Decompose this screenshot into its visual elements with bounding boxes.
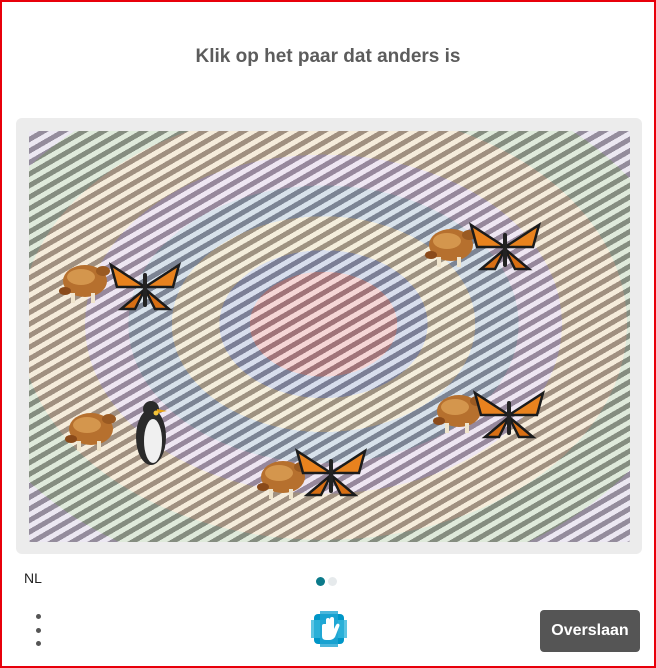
page-dot-inactive xyxy=(328,577,337,586)
menu-dot xyxy=(35,641,41,646)
page-indicator xyxy=(316,573,340,591)
monarch-butterfly-icon xyxy=(469,223,541,271)
roast-chicken-icon xyxy=(59,265,110,303)
penguin-icon xyxy=(136,401,167,465)
pair-5[interactable] xyxy=(257,441,369,513)
menu-dot xyxy=(35,614,41,619)
challenge-frame: Klik op het paar dat anders is NL Oversl… xyxy=(0,0,656,668)
pair-1[interactable] xyxy=(47,253,187,325)
challenge-image-container xyxy=(16,118,642,554)
challenge-image[interactable] xyxy=(29,131,630,542)
challenge-prompt: Klik op het paar dat anders is xyxy=(195,46,461,67)
pair-4[interactable] xyxy=(433,381,545,453)
language-selector[interactable]: NL xyxy=(24,570,42,586)
roast-chicken-icon xyxy=(65,413,116,451)
skip-button[interactable]: Overslaan xyxy=(540,610,640,652)
monarch-butterfly-icon xyxy=(109,263,181,311)
roast-chicken-icon xyxy=(425,229,476,267)
hcaptcha-logo-icon xyxy=(311,611,347,647)
pair-3[interactable] xyxy=(55,393,179,469)
monarch-butterfly-icon xyxy=(295,449,367,497)
menu-dot xyxy=(35,627,41,633)
page-dot-active xyxy=(316,577,325,586)
monarch-butterfly-icon xyxy=(473,391,545,439)
more-options-icon[interactable] xyxy=(30,614,46,646)
pair-2[interactable] xyxy=(417,211,547,283)
